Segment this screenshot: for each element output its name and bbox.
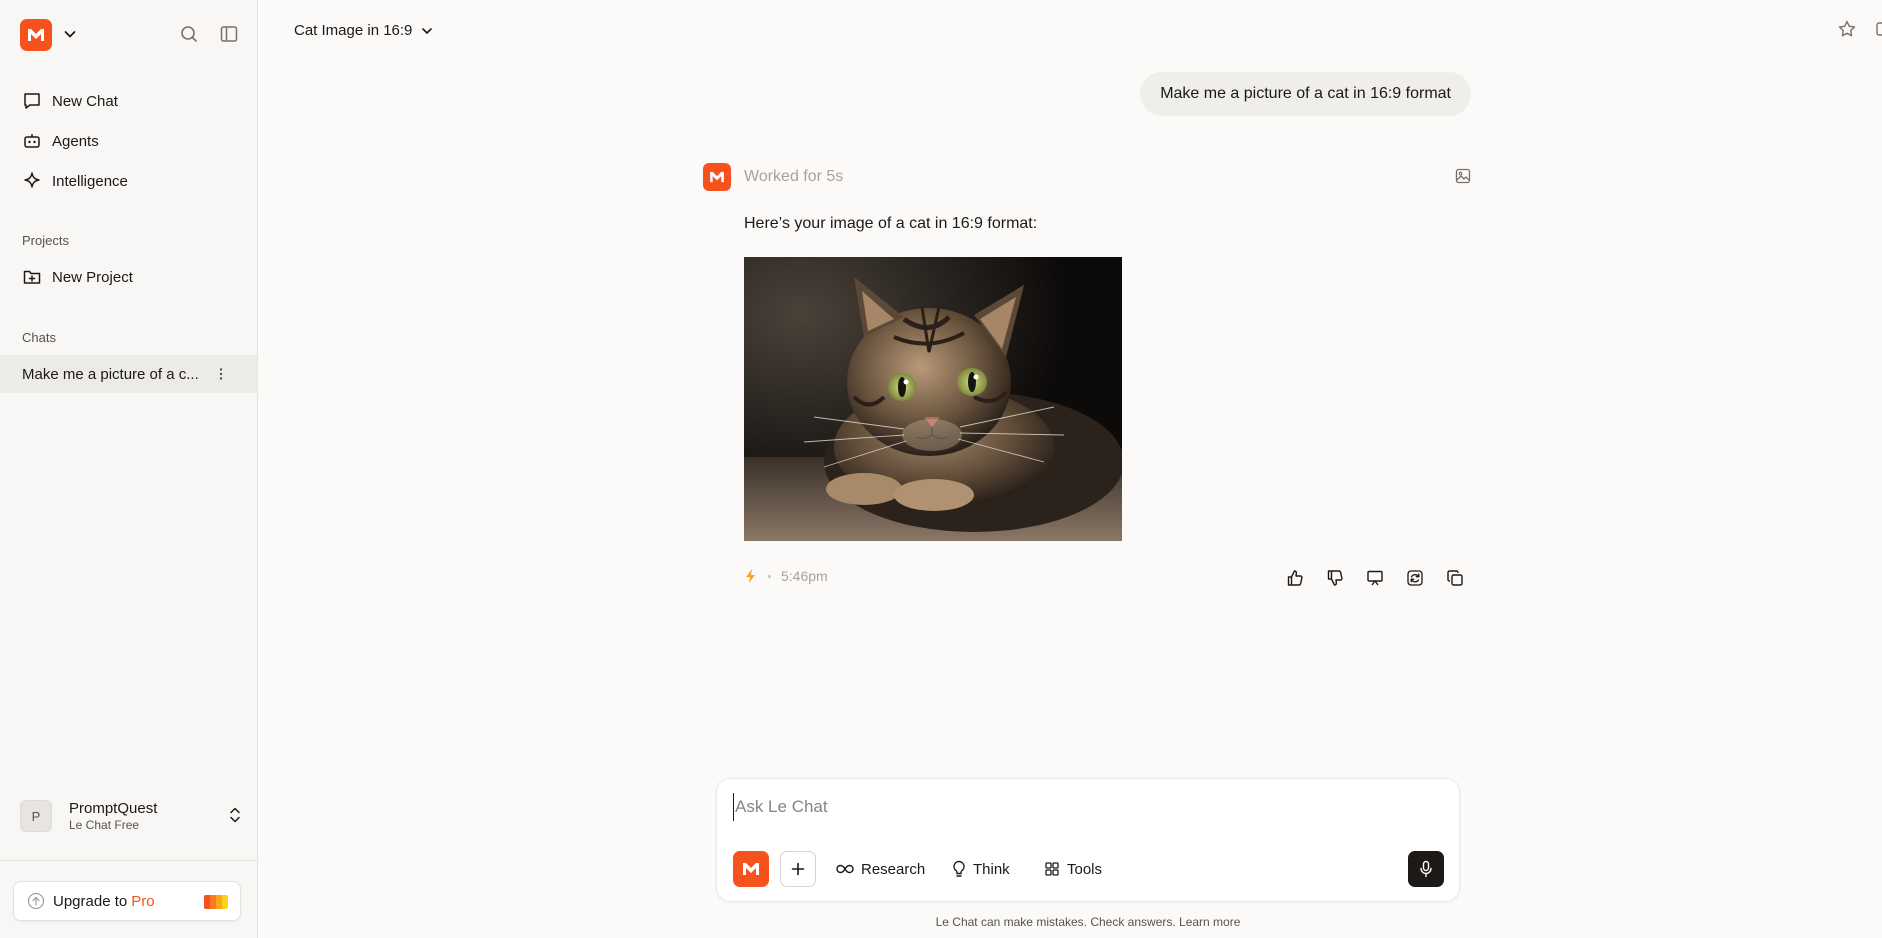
plus-icon [791,862,805,876]
assistant-message-text: Here’s your image of a cat in 16:9 forma… [744,215,1038,232]
mistral-logo-icon [710,171,724,183]
search-button[interactable] [177,22,201,46]
share-icon [1876,22,1882,36]
upgrade-pro-label: Pro [131,892,155,910]
lightbulb-icon [953,860,965,877]
folder-plus-icon [23,270,41,284]
avatar: P [20,800,52,832]
projects-section-label: Projects [22,233,69,248]
mistral-logo-button[interactable] [20,19,52,51]
copy-icon [1447,570,1463,586]
sparkle-icon [24,172,40,188]
pro-flag-icon [204,895,228,909]
workspace-menu-button[interactable] [62,26,78,42]
cat-photo [744,257,1122,541]
sidebar-item-intelligence[interactable]: Intelligence [12,163,246,199]
sidebar-item-label: Intelligence [52,172,128,190]
regenerate-button[interactable] [1404,567,1426,589]
message-meta: 5:46pm [744,568,828,584]
separator-dot [768,574,771,578]
search-icon [181,26,197,42]
chats-section-label: Chats [22,330,56,345]
chat-bubble-icon [24,93,40,109]
sidebar-item-new-chat[interactable]: New Chat [12,83,246,119]
think-button[interactable]: Think [952,851,1010,887]
upgrade-label: Upgrade to [53,892,128,910]
assistant-avatar [703,163,731,191]
chat-item-title: Make me a picture of a c... [22,365,199,383]
generated-cat-image[interactable] [744,257,1122,541]
mistral-logo-icon [28,29,44,41]
lightning-icon [746,569,755,583]
chevron-down-icon [64,31,76,38]
star-icon [1838,20,1856,37]
research-button[interactable]: Research [836,851,925,887]
message-time: 5:46pm [781,568,828,584]
user-plan: Le Chat Free [69,817,140,832]
assistant-status[interactable]: Worked for 5s [744,168,843,186]
microphone-icon [1420,860,1432,878]
user-message-bubble: Make me a picture of a cat in 16:9 forma… [1140,72,1471,116]
toggle-sidebar-button[interactable] [217,22,241,46]
divider [0,860,257,861]
think-label: Think [973,860,1010,878]
refresh-icon [1407,570,1423,586]
message-input[interactable] [733,793,1433,821]
sidebar-item-label: New Project [52,268,133,286]
user-info: PromptQuest Le Chat Free [69,800,157,833]
thumbs-down-icon [1327,570,1343,586]
thumbs-up-button[interactable] [1284,567,1306,589]
user-name: PromptQuest [69,799,158,817]
more-vertical-icon [219,368,223,380]
sidebar-item-agents[interactable]: Agents [12,123,246,159]
grid-icon [1045,862,1059,876]
sidebar-item-label: Agents [52,132,99,150]
chat-options-button[interactable] [213,366,229,382]
image-gallery-button[interactable] [1455,168,1471,184]
voice-input-button[interactable] [1408,851,1444,887]
copy-button[interactable] [1444,567,1466,589]
share-button[interactable] [1876,22,1882,36]
thumbs-down-button[interactable] [1324,567,1346,589]
present-button[interactable] [1364,567,1386,589]
sidebar-item-new-project[interactable]: New Project [12,259,246,295]
arrow-up-circle-icon [27,892,45,910]
disclaimer-text: Le Chat can make mistakes. Check answers… [935,915,1241,929]
user-message-text: Make me a picture of a cat in 16:9 forma… [1160,85,1451,102]
favorite-chat-button[interactable] [1837,19,1857,39]
presentation-icon [1367,570,1383,586]
chevron-down-icon [422,27,433,34]
thumbs-up-icon [1287,570,1303,586]
chat-list-item[interactable]: Make me a picture of a c... [0,355,257,393]
tools-label: Tools [1067,860,1103,878]
chat-title-dropdown[interactable]: Cat Image in 16:9 [294,22,434,39]
user-account-menu[interactable]: P PromptQuest Le Chat Free [20,796,242,836]
infinity-icon [836,864,854,874]
message-composer: Research Think Tools [716,778,1460,902]
upgrade-to-pro-button[interactable]: Upgrade to Pro [13,881,241,921]
sidebar: New Chat Agents Intelligence Projects Ne… [0,0,258,938]
page-title: Cat Image in 16:9 [294,22,413,39]
robot-icon [24,134,40,148]
tools-button[interactable]: Tools [1044,851,1102,887]
image-icon [1455,168,1471,184]
add-attachment-button[interactable] [780,851,816,887]
mistral-logo-icon [743,863,759,875]
sidebar-item-label: New Chat [52,92,118,110]
sidebar-panel-icon [220,26,238,42]
account-switch-icon [228,806,242,824]
research-label: Research [861,860,926,878]
model-select-button[interactable] [733,851,769,887]
